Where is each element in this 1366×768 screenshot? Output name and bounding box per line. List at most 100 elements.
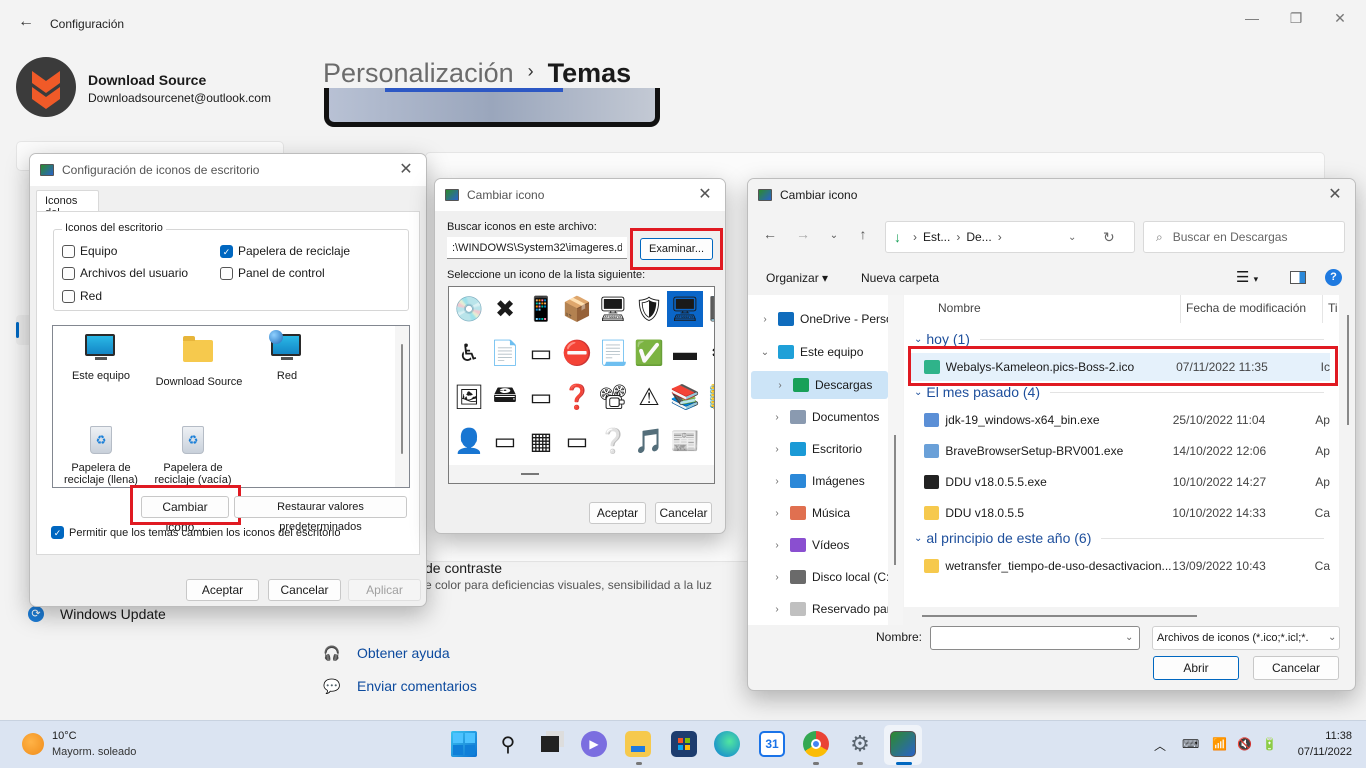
clock-date[interactable]: 07/11/2022 [1290,746,1352,758]
icon-choice[interactable]: 📒 [703,379,714,415]
checkbox-box-checked[interactable]: ✓ [220,244,233,258]
checkbox-box[interactable] [62,289,75,303]
minimize-button[interactable]: — [1242,8,1262,28]
avatar[interactable] [16,57,76,117]
calendar-icon[interactable]: 31 [759,731,785,757]
tree-item[interactable]: › Escritorio [748,435,898,463]
icon-este-equipo[interactable]: Este equipo [61,334,141,382]
edge-icon[interactable] [714,731,740,757]
checkbox-archivos-usuario[interactable]: Archivos del usuario [62,266,188,280]
icon-choice[interactable]: 📃 [595,335,631,371]
icon-choice[interactable]: ❔ [595,423,631,459]
task-view-icon[interactable] [537,731,563,757]
checkbox-papelera[interactable]: ✓ Papelera de reciclaje [220,244,350,258]
start-button[interactable] [451,731,477,757]
allow-themes-checkbox[interactable]: ✓ Permitir que los temas cambien los icon… [51,526,340,539]
contrast-themes-title[interactable]: de contraste [425,560,502,576]
cancel-button[interactable]: Cancelar [1253,656,1339,680]
tree-expand-icon[interactable]: › [770,540,784,551]
icon-choice[interactable]: ⛔ [559,335,595,371]
restore-defaults-button[interactable]: Restaurar valores predeterminados [234,496,407,533]
breadcrumb-item[interactable]: Est... [923,230,950,244]
icon-choice[interactable]: 🖼 [451,379,487,415]
column-header-date[interactable]: Fecha de modificación [1186,301,1306,315]
icon-choice[interactable]: ▬ [667,335,703,371]
navigation-tree[interactable]: › Reservado para › Disco local (C:) › Vídeos ›… [748,295,903,625]
recent-locations-chevron-icon[interactable]: ⌄ [824,230,844,241]
icon-choice[interactable]: ⚠ [631,379,667,415]
tree-item[interactable]: › Reservado para [748,595,898,623]
maximize-button[interactable]: ❐ [1286,8,1306,28]
tree-item[interactable]: › OneDrive - Perso [748,305,898,333]
send-feedback-link[interactable]: Enviar comentarios [357,678,477,694]
ok-button[interactable]: Aceptar [186,579,259,601]
keyboard-icon[interactable]: ⌨ [1182,737,1199,751]
tree-item[interactable]: › Descargas [751,371,888,399]
icon-choice[interactable]: 🖴 [487,379,523,415]
back-arrow-icon[interactable]: ← [760,226,780,242]
file-row[interactable]: BraveBrowserSetup-BRV001.exe 14/10/2022 1… [910,437,1330,465]
vertical-scrollbar[interactable] [1339,295,1355,625]
close-icon[interactable]: ✕ [396,160,416,180]
checkbox-box[interactable] [62,266,75,280]
back-button[interactable]: ← [16,12,36,32]
refresh-icon[interactable]: ↻ [1103,229,1115,246]
dialog-titlebar[interactable]: Cambiar icono [435,179,725,211]
icon-choice[interactable]: 📰 [667,423,703,459]
tree-expand-icon[interactable]: › [770,508,784,519]
icon-choice[interactable]: ▭ [523,335,559,371]
icon-choice[interactable]: 📽 [595,379,631,415]
icon-choice[interactable]: ⚙ [703,335,714,371]
collapse-chevron-icon[interactable]: ⌄ [914,387,922,398]
icon-choice[interactable]: 📱 [523,291,559,327]
show-hidden-icons-chevron-icon[interactable]: ︿ [1154,737,1166,754]
tree-item[interactable]: › Disco local (C:) [748,563,898,591]
group-header[interactable]: ⌄ al principio de este año (6) [914,530,1324,546]
get-help-link[interactable]: Obtener ayuda [357,645,450,661]
horizontal-scrollbar[interactable] [904,607,1339,625]
column-header-type[interactable]: Ti [1328,301,1338,315]
icon-choice[interactable]: 🎵 [631,423,667,459]
icon-grid[interactable]: 💿✖📱📦🖥🛡🖥📘♿📄▭⛔📃✅▬⚙🖼🖴▭❓📽⚠📚📒👤▭▦▭❔🎵📰▯ [448,286,715,484]
checkbox-panel-control[interactable]: Panel de control [220,266,325,280]
icon-choice[interactable]: 👤 [451,423,487,459]
collapse-chevron-icon[interactable]: ⌄ [914,334,922,345]
file-row[interactable]: DDU v18.0.5.5.exe 10/10/2022 14:27 Ap [910,468,1330,496]
tree-expand-icon[interactable]: › [770,476,784,487]
new-folder-button[interactable]: Nueva carpeta [861,271,939,285]
volume-muted-icon[interactable]: 🔇 [1237,737,1252,751]
icon-red[interactable]: Red [247,330,327,382]
icon-papelera-vacia[interactable]: ♻ Papelera de reciclaje (vacía) [153,426,233,486]
desktop-icon-settings-app-icon[interactable] [890,731,916,757]
tree-item[interactable]: › Imágenes [748,467,898,495]
close-icon[interactable]: ✕ [1325,185,1345,205]
store-icon[interactable] [671,731,697,757]
cancel-button[interactable]: Cancelar [655,502,712,524]
tree-item[interactable]: › Documentos [748,403,898,431]
icon-choice[interactable]: ▯ [703,423,714,459]
weather-icon[interactable] [22,733,44,755]
file-row[interactable]: DDU v18.0.5.5 10/10/2022 14:33 Ca [910,499,1330,527]
tree-expand-icon[interactable]: › [770,604,784,615]
icon-choice[interactable]: ▦ [523,423,559,459]
tree-expand-icon[interactable]: › [773,380,787,391]
settings-gear-icon[interactable]: ⚙ [847,731,873,757]
chrome-icon[interactable] [803,731,829,757]
icon-choice[interactable]: ▭ [523,379,559,415]
icon-choice[interactable]: 🖥 [595,291,631,327]
icon-choice[interactable]: ✖ [487,291,523,327]
close-icon[interactable]: ✕ [695,185,715,205]
icon-choice[interactable]: 📘 [703,291,714,327]
icon-choice[interactable]: ♿ [451,335,487,371]
tree-expand-icon[interactable]: › [770,412,784,423]
ok-button[interactable]: Aceptar [589,502,646,524]
icon-file-path-input[interactable] [447,237,627,259]
checkbox-box[interactable] [62,244,75,258]
tree-expand-icon[interactable]: › [770,572,784,583]
dialog-titlebar[interactable]: Configuración de iconos de escritorio [30,154,426,186]
up-arrow-icon[interactable]: ↑ [853,226,873,242]
icon-choice[interactable]: 🛡 [631,291,667,327]
breadcrumb-parent[interactable]: Personalización [323,58,514,88]
cancel-button[interactable]: Cancelar [268,579,341,601]
horizontal-scrollbar[interactable] [449,465,714,483]
